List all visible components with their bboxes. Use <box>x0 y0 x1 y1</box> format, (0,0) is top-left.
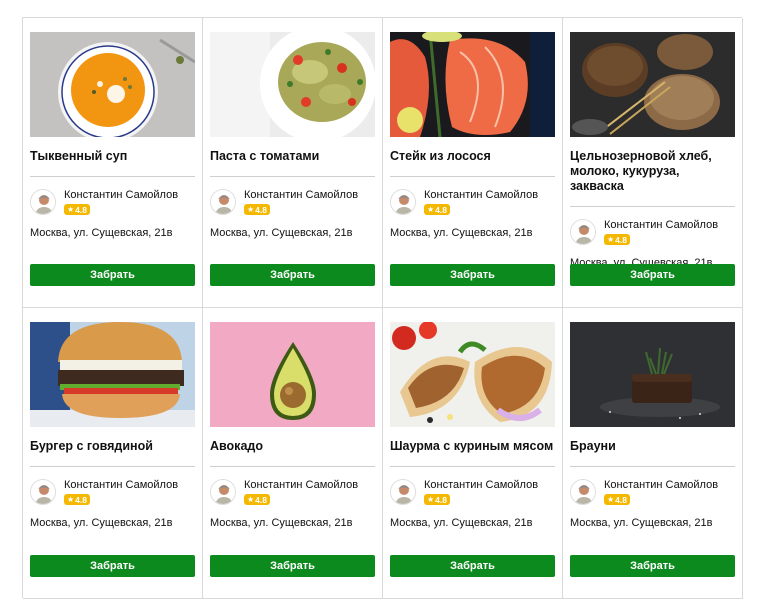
author: Константин Самойлов ★ 4.8 <box>30 188 195 216</box>
offer-card: Паста с томатами Константин Самойлов ★ 4.… <box>203 18 383 308</box>
author-name[interactable]: Константин Самойлов <box>424 479 538 492</box>
pickup-address: Москва, ул. Сущевская, 21в <box>210 227 353 239</box>
author: Константин Самойлов ★ 4.8 <box>210 188 375 216</box>
author: Константин Самойлов ★ 4.8 <box>390 188 555 216</box>
avatar[interactable] <box>570 219 596 245</box>
avatar[interactable] <box>570 479 596 505</box>
pasta-with-tomatoes-image[interactable] <box>210 32 375 137</box>
offer-card: Тыквенный суп Константин Самойлов ★ 4.8 М… <box>23 18 203 308</box>
star-icon: ★ <box>607 235 615 244</box>
rating-badge: ★ 4.8 <box>64 494 90 505</box>
take-button[interactable]: Забрать <box>210 264 375 286</box>
rating-badge: ★ 4.8 <box>604 234 630 245</box>
rating-value: 4.8 <box>75 204 87 215</box>
avatar[interactable] <box>30 189 56 215</box>
whole-grain-bread-image[interactable] <box>570 32 735 137</box>
divider <box>210 176 375 177</box>
avatar[interactable] <box>210 479 236 505</box>
author: Константин Самойлов ★ 4.8 <box>570 218 735 246</box>
divider <box>30 176 195 177</box>
star-icon: ★ <box>67 495 75 504</box>
pickup-address: Москва, ул. Сущевская, 21в <box>30 517 173 529</box>
author-name[interactable]: Константин Самойлов <box>244 189 358 202</box>
rating-badge: ★ 4.8 <box>64 204 90 215</box>
take-button[interactable]: Забрать <box>30 555 195 577</box>
take-button[interactable]: Забрать <box>210 555 375 577</box>
take-button[interactable]: Забрать <box>390 555 555 577</box>
take-button[interactable]: Забрать <box>30 264 195 286</box>
avatar[interactable] <box>30 479 56 505</box>
offer-card: Стейк из лосося Константин Самойлов ★ 4.8… <box>383 18 563 308</box>
divider <box>390 176 555 177</box>
star-icon: ★ <box>247 205 255 214</box>
chicken-shawarma-image[interactable] <box>390 322 555 427</box>
rating-value: 4.8 <box>615 234 627 245</box>
offer-card: Шаурма с куриным мясом Константин Самойл… <box>383 308 563 599</box>
star-icon: ★ <box>427 205 435 214</box>
author-name[interactable]: Константин Самойлов <box>244 479 358 492</box>
author: Константин Самойлов ★ 4.8 <box>30 478 195 506</box>
dish-title: Стейк из лосося <box>390 149 491 163</box>
author-name[interactable]: Константин Самойлов <box>424 189 538 202</box>
offer-card: Цельнозерновой хлеб, молоко, кукуруза, з… <box>563 18 743 308</box>
dish-title: Тыквенный суп <box>30 149 128 163</box>
rating-value: 4.8 <box>615 494 627 505</box>
avocado-image[interactable] <box>210 322 375 427</box>
divider <box>210 466 375 467</box>
salmon-steak-image[interactable] <box>390 32 555 137</box>
dish-title: Паста с томатами <box>210 149 320 163</box>
avatar[interactable] <box>390 479 416 505</box>
author: Константин Самойлов ★ 4.8 <box>390 478 555 506</box>
take-button[interactable]: Забрать <box>570 555 735 577</box>
dish-title: Шаурма с куриным мясом <box>390 439 554 453</box>
author: Константин Самойлов ★ 4.8 <box>570 478 735 506</box>
dish-title: Авокадо <box>210 439 263 453</box>
author-name[interactable]: Константин Самойлов <box>64 189 178 202</box>
divider <box>570 206 735 207</box>
rating-value: 4.8 <box>75 494 87 505</box>
divider <box>570 466 735 467</box>
dish-title: Цельнозерновой хлеб, молоко, кукуруза, з… <box>570 149 712 193</box>
rating-value: 4.8 <box>435 494 447 505</box>
rating-badge: ★ 4.8 <box>604 494 630 505</box>
star-icon: ★ <box>427 495 435 504</box>
avatar[interactable] <box>210 189 236 215</box>
take-button[interactable]: Забрать <box>570 264 735 286</box>
rating-badge: ★ 4.8 <box>424 204 450 215</box>
beef-burger-image[interactable] <box>30 322 195 427</box>
rating-value: 4.8 <box>255 494 267 505</box>
offers-grid: Тыквенный суп Константин Самойлов ★ 4.8 М… <box>22 17 743 599</box>
brownie-image[interactable] <box>570 322 735 427</box>
star-icon: ★ <box>247 495 255 504</box>
offer-card: Брауни Константин Самойлов ★ 4.8 Москва, … <box>563 308 743 599</box>
rating-badge: ★ 4.8 <box>244 204 270 215</box>
divider <box>30 466 195 467</box>
take-button[interactable]: Забрать <box>390 264 555 286</box>
offer-card: Бургер с говядиной Константин Самойлов ★… <box>23 308 203 599</box>
star-icon: ★ <box>607 495 615 504</box>
author-name[interactable]: Константин Самойлов <box>604 219 718 232</box>
rating-badge: ★ 4.8 <box>424 494 450 505</box>
author: Константин Самойлов ★ 4.8 <box>210 478 375 506</box>
author-name[interactable]: Константин Самойлов <box>64 479 178 492</box>
pickup-address: Москва, ул. Сущевская, 21в <box>390 517 533 529</box>
divider <box>390 466 555 467</box>
pickup-address: Москва, ул. Сущевская, 21в <box>210 517 353 529</box>
pumpkin-soup-image[interactable] <box>30 32 195 137</box>
dish-title: Брауни <box>570 439 616 453</box>
offer-card: Авокадо Константин Самойлов ★ 4.8 Москва,… <box>203 308 383 599</box>
avatar[interactable] <box>390 189 416 215</box>
author-name[interactable]: Константин Самойлов <box>604 479 718 492</box>
rating-badge: ★ 4.8 <box>244 494 270 505</box>
star-icon: ★ <box>67 205 75 214</box>
pickup-address: Москва, ул. Сущевская, 21в <box>30 227 173 239</box>
pickup-address: Москва, ул. Сущевская, 21в <box>570 517 713 529</box>
rating-value: 4.8 <box>435 204 447 215</box>
pickup-address: Москва, ул. Сущевская, 21в <box>390 227 533 239</box>
rating-value: 4.8 <box>255 204 267 215</box>
dish-title: Бургер с говядиной <box>30 439 153 453</box>
